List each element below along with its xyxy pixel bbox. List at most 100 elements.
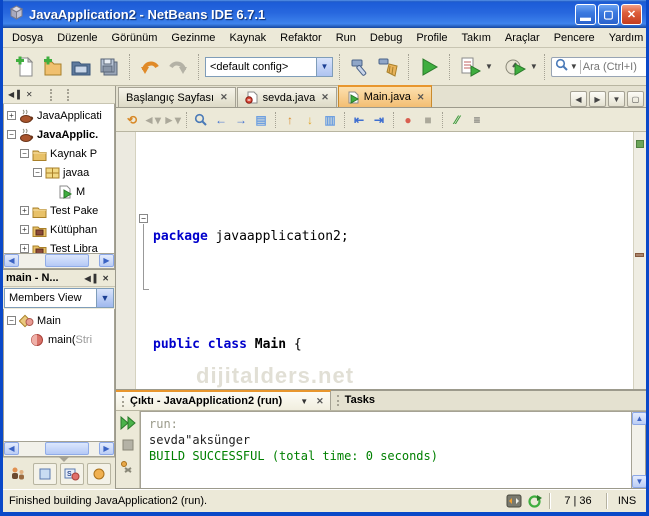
collapse-icon[interactable]: − bbox=[33, 168, 42, 177]
scroll-right-icon[interactable]: ▶ bbox=[99, 442, 114, 455]
code-editor[interactable]: − package javaapplication2; public class… bbox=[116, 132, 646, 389]
properties-window-button[interactable] bbox=[87, 462, 111, 485]
close-tab-icon[interactable]: ✕ bbox=[417, 92, 425, 103]
toggle-comment-icon[interactable]: ⁄⁄ bbox=[447, 111, 467, 129]
profile-dropdown-icon[interactable]: ▼ bbox=[530, 62, 538, 71]
stripe-mark[interactable] bbox=[635, 253, 644, 257]
tree-node-libraries[interactable]: + Kütüphan bbox=[4, 220, 114, 239]
menu-araclar[interactable]: Araçlar bbox=[498, 30, 547, 46]
collapse-icon[interactable]: − bbox=[7, 316, 16, 325]
expand-icon[interactable]: + bbox=[20, 225, 29, 234]
maximize-button[interactable]: ▢ bbox=[598, 3, 619, 25]
minimize-button[interactable]: ▬ bbox=[575, 3, 596, 25]
minimize-panel-icon[interactable]: ◀▐ bbox=[81, 274, 99, 283]
sync-indicator-icon[interactable] bbox=[505, 493, 523, 509]
scroll-tabs-left-icon[interactable]: ◀ bbox=[570, 91, 587, 107]
close-tab-icon[interactable]: ✕ bbox=[321, 92, 329, 103]
stop-run-icon[interactable] bbox=[118, 435, 138, 455]
minimize-panel-icon[interactable]: ◀▐ bbox=[5, 90, 23, 99]
palette-window-button[interactable] bbox=[33, 462, 57, 485]
tree-node-project-1[interactable]: + JavaApplicati bbox=[4, 106, 114, 125]
collapse-icon[interactable]: − bbox=[20, 149, 29, 158]
navigator-node-main-method[interactable]: main(Stri bbox=[4, 330, 114, 349]
close-panel-icon[interactable]: ✕ bbox=[23, 90, 36, 99]
new-project-button[interactable] bbox=[39, 53, 67, 81]
combo-dropdown-icon[interactable]: ▼ bbox=[316, 57, 332, 76]
forward-icon[interactable]: ►▾ bbox=[162, 111, 182, 129]
menu-kaynak[interactable]: Kaynak bbox=[222, 30, 273, 46]
scroll-left-icon[interactable]: ◀ bbox=[4, 254, 19, 267]
navigator-hscrollbar[interactable]: ◀ ▶ bbox=[3, 442, 115, 457]
projects-hscrollbar[interactable]: ◀ ▶ bbox=[3, 254, 115, 269]
run-project-button[interactable] bbox=[415, 53, 443, 81]
format-code-icon[interactable]: ≡ bbox=[467, 111, 487, 129]
refresh-icon[interactable] bbox=[525, 493, 543, 509]
close-panel-icon[interactable]: ✕ bbox=[99, 274, 112, 283]
toggle-highlight-icon[interactable]: ▤ bbox=[251, 111, 271, 129]
drag-handle[interactable] bbox=[66, 88, 70, 101]
combo-dropdown-icon[interactable]: ▼ bbox=[96, 289, 113, 307]
close-button[interactable]: ✕ bbox=[621, 3, 642, 25]
menu-yardim[interactable]: Yardım bbox=[602, 30, 646, 46]
output-vscrollbar[interactable]: ▲ ▼ bbox=[631, 411, 646, 489]
scroll-down-icon[interactable]: ▼ bbox=[632, 475, 646, 488]
build-project-button[interactable] bbox=[346, 53, 374, 81]
menu-takim[interactable]: Takım bbox=[455, 30, 498, 46]
shift-right-icon[interactable]: ⇥ bbox=[369, 111, 389, 129]
navigator-node-class[interactable]: − Main bbox=[4, 311, 114, 330]
debug-project-button[interactable] bbox=[456, 53, 484, 81]
tree-node-package[interactable]: − javaa bbox=[4, 163, 114, 182]
tree-node-main-java[interactable]: M bbox=[4, 182, 114, 201]
menu-run[interactable]: Run bbox=[329, 30, 363, 46]
drag-handle[interactable] bbox=[49, 88, 53, 101]
open-project-button[interactable] bbox=[67, 53, 95, 81]
save-all-button[interactable] bbox=[95, 53, 123, 81]
maximize-editor-icon[interactable]: ▢ bbox=[627, 91, 644, 107]
debug-dropdown-icon[interactable]: ▼ bbox=[485, 62, 493, 71]
tree-node-sources[interactable]: − Kaynak P bbox=[4, 144, 114, 163]
config-select[interactable]: <default config> ▼ bbox=[205, 56, 333, 77]
services-window-button[interactable]: S bbox=[60, 462, 84, 485]
output-console[interactable]: run: sevda"aksünger BUILD SUCCESSFUL (to… bbox=[140, 411, 631, 489]
tree-node-project-2[interactable]: − JavaApplic. bbox=[4, 125, 114, 144]
find-previous-icon[interactable]: ← bbox=[211, 111, 231, 129]
close-tab-icon[interactable]: ✕ bbox=[220, 92, 228, 103]
menu-duzenle[interactable]: Düzenle bbox=[50, 30, 104, 46]
menu-dosya[interactable]: Dosya bbox=[5, 30, 50, 46]
menu-refaktor[interactable]: Refaktor bbox=[273, 30, 329, 46]
rerun-icon[interactable] bbox=[118, 413, 138, 433]
menu-profile[interactable]: Profile bbox=[409, 30, 454, 46]
new-file-button[interactable] bbox=[11, 53, 39, 81]
next-occurrence-icon[interactable]: ↓ bbox=[300, 111, 320, 129]
scroll-left-icon[interactable]: ◀ bbox=[4, 442, 19, 455]
shift-left-icon[interactable]: ⇤ bbox=[349, 111, 369, 129]
tab-start-page[interactable]: Başlangıç Sayfası ✕ bbox=[118, 87, 236, 107]
close-output-icon[interactable]: ✕ bbox=[316, 396, 324, 407]
back-icon[interactable]: ◄▾ bbox=[142, 111, 162, 129]
menu-pencere[interactable]: Pencere bbox=[547, 30, 602, 46]
tab-output[interactable]: Çıktı - JavaApplication2 (run) ▼ ✕ bbox=[116, 390, 331, 410]
collapse-icon[interactable]: − bbox=[7, 130, 16, 139]
scroll-thumb[interactable] bbox=[45, 254, 89, 267]
drag-handle[interactable] bbox=[336, 394, 340, 406]
tab-list-dropdown-icon[interactable]: ▼ bbox=[608, 91, 625, 107]
menu-gorunum[interactable]: Görünüm bbox=[105, 30, 165, 46]
tab-main-java[interactable]: Main.java ✕ bbox=[337, 85, 433, 107]
tree-node-test-packages[interactable]: + Test Pake bbox=[4, 201, 114, 220]
code-fold-collapse-icon[interactable]: − bbox=[139, 214, 148, 223]
stop-macro-recording-icon[interactable]: ■ bbox=[418, 111, 438, 129]
redo-button[interactable] bbox=[164, 53, 192, 81]
output-settings-icon[interactable] bbox=[118, 457, 138, 477]
undo-button[interactable] bbox=[136, 53, 164, 81]
profile-project-button[interactable] bbox=[501, 53, 529, 81]
quick-search[interactable]: ▼ bbox=[550, 56, 646, 77]
start-macro-recording-icon[interactable]: ● bbox=[398, 111, 418, 129]
search-icon[interactable] bbox=[555, 58, 569, 75]
expand-icon[interactable]: + bbox=[20, 244, 29, 253]
scroll-tabs-right-icon[interactable]: ▶ bbox=[589, 91, 606, 107]
scroll-right-icon[interactable]: ▶ bbox=[99, 254, 114, 267]
find-next-icon[interactable]: → bbox=[231, 111, 251, 129]
menu-debug[interactable]: Debug bbox=[363, 30, 409, 46]
splitter-grip-icon[interactable] bbox=[59, 457, 69, 462]
tab-tasks[interactable]: Tasks bbox=[331, 390, 381, 410]
